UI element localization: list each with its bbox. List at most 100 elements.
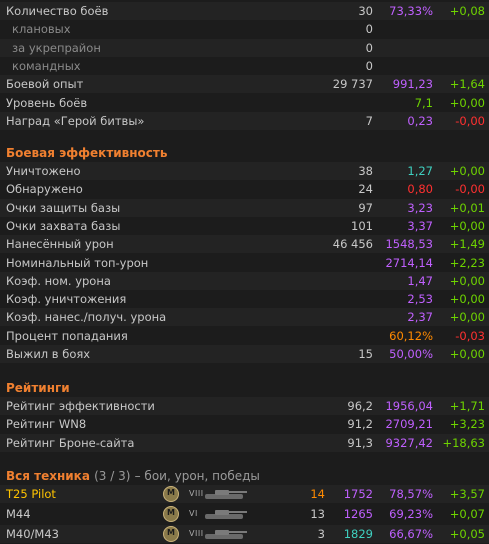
stat-total: 91,2: [347, 417, 373, 432]
stat-row: Выжил в боях 15 50,00% +0,00: [0, 345, 489, 363]
vehicle-battles: 3: [317, 527, 325, 541]
stat-label: Коэф. ном. урона: [6, 273, 111, 288]
vehicle-winrate: 78,57%: [389, 487, 433, 501]
stat-label: Наград «Герой битвы»: [6, 113, 145, 128]
stat-label: Процент попадания: [6, 328, 128, 343]
stat-label: Выжил в боях: [6, 347, 91, 361]
stat-label: Нанесённый урон: [6, 237, 114, 252]
stat-delta: -0,00: [455, 182, 485, 197]
stat-total: 7: [365, 113, 373, 128]
stat-row: Уничтожено 38 1,27 +0,00: [0, 162, 489, 180]
stat-average: 1548,53: [385, 237, 433, 252]
stat-average: 73,33%: [389, 4, 433, 18]
stat-average: 60,12%: [389, 328, 433, 343]
stat-row: Коэф. нанес./получ. урона 2,37 +0,00: [0, 308, 489, 327]
vehicle-row[interactable]: T25 Pilot M VIII 14 1752 78,57% +3,57: [0, 485, 489, 503]
stat-label: клановых: [12, 22, 71, 37]
vehicle-delta: +0,05: [449, 527, 485, 541]
stat-delta: +0,00: [449, 292, 485, 307]
stat-delta: +0,00: [449, 95, 485, 110]
mastery-badge-icon: M: [163, 486, 179, 502]
stat-label: за укрепрайон: [12, 40, 101, 55]
stat-row: Боевой опыт 29 737 991,23 +1,64: [0, 75, 489, 94]
vehicle-damage: 1752: [343, 487, 373, 501]
stat-total: 0: [365, 22, 373, 37]
vehicles-title: Вся техника: [6, 469, 90, 483]
stat-total: 38: [358, 164, 373, 178]
mastery-badge-label: M: [167, 488, 175, 497]
vehicle-delta: +0,07: [449, 507, 485, 521]
stat-row: Коэф. ном. урона 1,47 +0,00: [0, 271, 489, 290]
stat-average: 1,27: [407, 164, 433, 178]
vehicle-damage: 1829: [343, 527, 373, 541]
mastery-badge-label: M: [167, 508, 175, 517]
stat-total: 91,3: [347, 435, 373, 450]
stat-average: 7,1: [414, 95, 433, 110]
stat-label: Очки захвата базы: [6, 218, 121, 233]
stat-average: 2,37: [407, 310, 433, 325]
stat-row: Коэф. уничтожения 2,53 +0,00: [0, 290, 489, 308]
stat-total: 96,2: [347, 399, 373, 413]
stat-row: клановых 0: [0, 20, 489, 38]
stat-delta: +0,08: [449, 4, 485, 18]
stat-delta: +0,00: [449, 310, 485, 325]
vehicle-tier: VIII: [189, 529, 204, 538]
vehicle-battles: 13: [310, 507, 325, 521]
tank-icon: [203, 528, 249, 543]
vehicle-name: M40/M43: [6, 527, 59, 541]
vehicle-winrate: 66,67%: [389, 527, 433, 541]
mastery-badge-icon: M: [163, 506, 179, 522]
stat-average: 991,23: [392, 77, 433, 92]
stat-row: Очки защиты базы 97 3,23 +0,01: [0, 198, 489, 217]
stat-row: Рейтинг WN8 91,2 2709,21 +3,23: [0, 415, 489, 433]
stat-label: Рейтинг WN8: [6, 417, 87, 432]
stat-total: 97: [358, 200, 373, 215]
stat-delta: -0,00: [455, 113, 485, 128]
stat-row: Наград «Герой битвы» 7 0,23 -0,00: [0, 111, 489, 130]
stat-row: Номинальный топ-урон 2714,14 +2,23: [0, 254, 489, 272]
vehicle-row[interactable]: M44 M VI 13 1265 69,23% +0,07: [0, 505, 489, 523]
stat-delta: +18,63: [442, 435, 485, 450]
vehicle-battles: 14: [310, 487, 325, 501]
stat-row: Рейтинг Броне-сайта 91,3 9327,42 +18,63: [0, 433, 489, 452]
stat-total: 24: [358, 182, 373, 197]
stat-total: 29 737: [332, 77, 373, 92]
stat-delta: +0,00: [449, 273, 485, 288]
stat-delta: +1,64: [449, 77, 485, 92]
stat-row: командных 0: [0, 57, 489, 75]
stat-delta: +0,00: [449, 164, 485, 178]
vehicle-tier: VIII: [189, 489, 204, 498]
vehicle-name: T25 Pilot: [6, 487, 56, 501]
stat-average: 2714,14: [385, 255, 433, 270]
stat-average: 3,37: [407, 218, 433, 233]
mastery-badge-label: M: [167, 528, 175, 537]
stat-label: Номинальный топ-урон: [6, 255, 149, 270]
stat-total: 46 456: [332, 237, 373, 252]
stat-label: Рейтинг Броне-сайта: [6, 435, 135, 450]
tank-icon: [203, 508, 249, 523]
stat-label: Уничтожено: [6, 164, 81, 178]
stat-total: 30: [358, 4, 373, 18]
vehicle-row[interactable]: M40/M43 M VIII 3 1829 66,67% +0,05: [0, 525, 489, 543]
stat-total: 15: [358, 347, 373, 361]
stat-row: Рейтинг эффективности 96,2 1956,04 +1,71: [0, 397, 489, 415]
stat-average: 9327,42: [385, 435, 433, 450]
stat-label: Обнаружено: [6, 182, 83, 197]
mastery-badge-icon: M: [163, 526, 179, 542]
stat-delta: +3,23: [449, 417, 485, 432]
stat-delta: +0,00: [449, 347, 485, 361]
stat-average: 0,23: [407, 113, 433, 128]
vehicle-delta: +3,57: [449, 487, 485, 501]
stat-total: 0: [365, 58, 373, 73]
vehicle-damage: 1265: [343, 507, 373, 521]
stat-label: Коэф. уничтожения: [6, 292, 127, 307]
stats-panel: Количество боёв 30 73,33% +0,08 клановых 0 за …: [0, 0, 489, 544]
stat-delta: +1,49: [449, 237, 485, 252]
stat-average: 50,00%: [389, 347, 433, 361]
section-title-ratings: Рейтинги: [6, 381, 70, 395]
stat-total: 0: [365, 40, 373, 55]
stat-delta: +0,01: [449, 200, 485, 215]
stat-label: Боевой опыт: [6, 77, 84, 92]
stat-delta: +1,71: [449, 399, 485, 413]
stat-average: 2709,21: [385, 417, 433, 432]
